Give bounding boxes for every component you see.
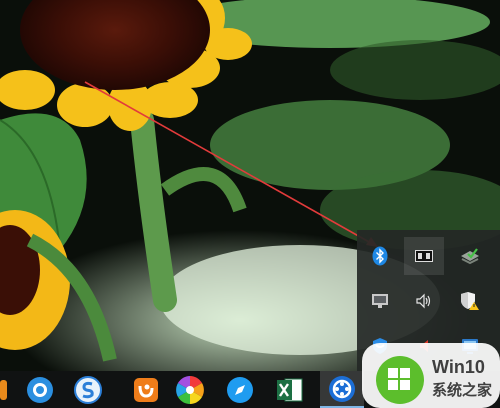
bluetooth-icon [372,246,388,266]
blue-compass-app-icon [227,376,253,403]
taskbar-app-5[interactable] [218,371,262,408]
watermark-badge: Win10 系统之家 [362,343,500,408]
film-app-icon [329,375,355,402]
uc-browser-icon [134,377,158,402]
media-tray-item[interactable] [404,237,444,275]
volume-icon [416,293,431,309]
bluetooth-tray-item[interactable] [360,237,400,275]
network-tray-item[interactable] [360,282,400,320]
blue-circle-app-icon [27,376,53,403]
watermark-tagline: 系统之家 [432,381,492,399]
taskbar-app-4[interactable] [168,371,212,408]
taskbar-app-partial[interactable] [0,371,10,408]
security-check-icon [461,248,479,265]
volume-tray-item[interactable] [404,282,444,320]
taskbar-app-7[interactable] [320,371,364,408]
sogou-s-icon [74,375,102,404]
taskbar-app-6[interactable] [268,371,312,408]
orange-app-icon [0,379,7,400]
defender-tray-item[interactable] [450,282,490,320]
taskbar-app-1[interactable] [18,371,62,408]
media-tray-icon [415,250,433,262]
defender-warning-icon [461,292,479,310]
pinwheel-app-icon [176,375,204,404]
watermark-brand: Win10 [432,357,485,377]
taskbar-app-3[interactable] [124,371,168,408]
network-icon [372,294,388,308]
taskbar-app-2[interactable] [66,371,110,408]
excel-icon [277,378,303,401]
security-check-tray-item[interactable] [450,237,490,275]
